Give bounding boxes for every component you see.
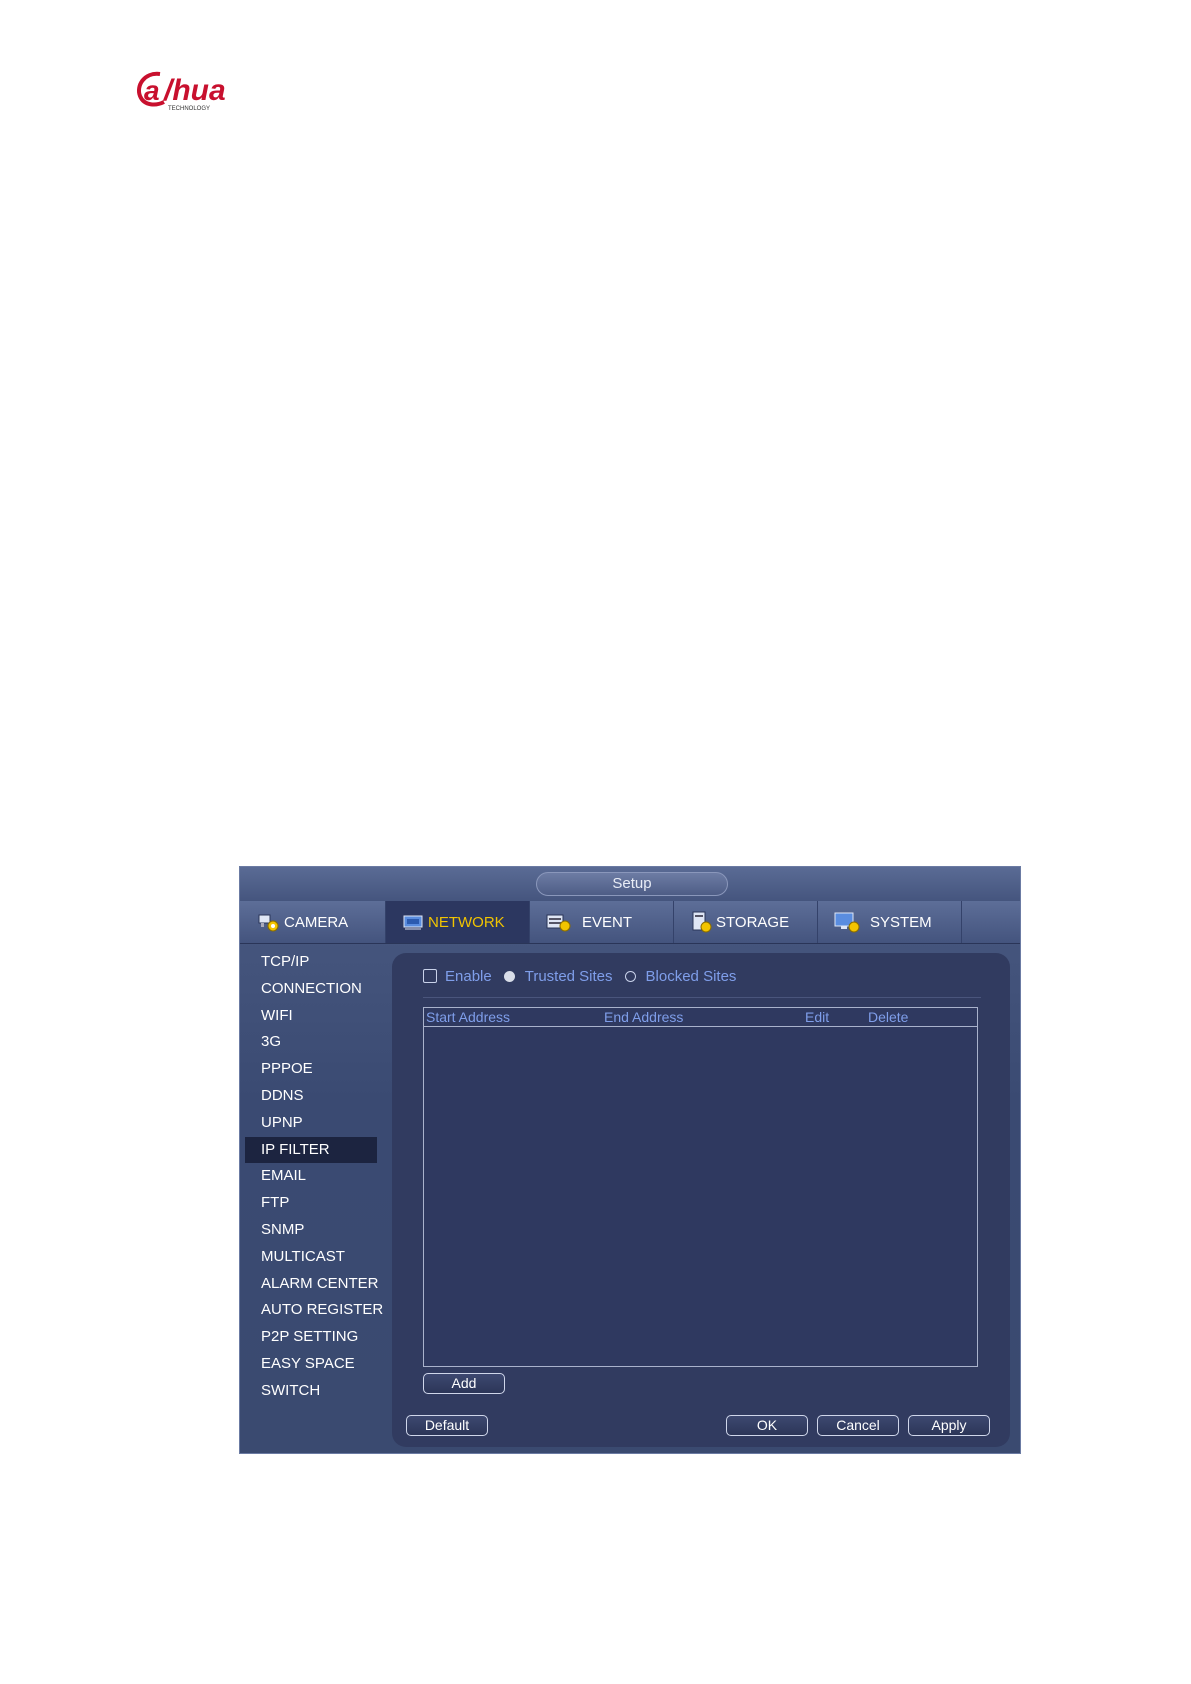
sidebar-item-email[interactable]: EMAIL bbox=[245, 1163, 377, 1190]
storage-icon bbox=[692, 911, 712, 933]
window-title: Setup bbox=[536, 872, 728, 896]
sidebar-item-p2p-setting[interactable]: P2P SETTING bbox=[245, 1324, 377, 1351]
sidebar-item-ddns[interactable]: DDNS bbox=[245, 1083, 377, 1110]
sidebar-item-tcp-ip[interactable]: TCP/IP bbox=[245, 949, 377, 976]
tab-label: STORAGE bbox=[716, 913, 790, 931]
blocked-sites-radio[interactable] bbox=[624, 970, 636, 982]
trusted-sites-radio[interactable] bbox=[503, 970, 515, 982]
col-delete: Delete bbox=[868, 1009, 909, 1025]
sidebar-item-ip-filter[interactable]: IP FILTER bbox=[245, 1136, 377, 1164]
setup-window: Setup CAMERA NETWORK EVENT STORAGE SYSTE… bbox=[239, 866, 1021, 1454]
enable-label: Enable bbox=[445, 967, 492, 985]
ok-button[interactable]: OK bbox=[726, 1415, 808, 1436]
sidebar-item-auto-register[interactable]: AUTO REGISTER bbox=[245, 1297, 383, 1324]
tab-camera[interactable]: CAMERA bbox=[240, 901, 386, 943]
ip-filter-panel: Enable Trusted Sites Blocked Sites Start… bbox=[392, 953, 1010, 1447]
apply-button[interactable]: Apply bbox=[908, 1415, 990, 1436]
col-start-address: Start Address bbox=[426, 1009, 511, 1025]
main-tab-bar: CAMERA NETWORK EVENT STORAGE SYSTEM bbox=[240, 901, 1020, 944]
camera-gear-icon bbox=[258, 914, 279, 932]
sidebar-item-switch[interactable]: SWITCH bbox=[245, 1378, 377, 1405]
tab-label: NETWORK bbox=[428, 913, 505, 931]
tab-storage[interactable]: STORAGE bbox=[674, 901, 818, 943]
tab-label: SYSTEM bbox=[870, 913, 932, 931]
sidebar-item-multicast[interactable]: MULTICAST bbox=[245, 1244, 377, 1271]
sidebar-item-3g[interactable]: 3G bbox=[245, 1029, 377, 1056]
sidebar-item-upnp[interactable]: UPNP bbox=[245, 1110, 377, 1137]
title-bar: Setup bbox=[240, 867, 1020, 902]
tab-label: CAMERA bbox=[284, 913, 349, 931]
svg-text:TECHNOLOGY: TECHNOLOGY bbox=[168, 106, 210, 112]
trusted-sites-label: Trusted Sites bbox=[524, 967, 613, 985]
tab-system[interactable]: SYSTEM bbox=[818, 901, 962, 943]
network-sidebar: TCP/IP CONNECTION WIFI 3G PPPOE DDNS UPN… bbox=[245, 949, 383, 1405]
sidebar-item-snmp[interactable]: SNMP bbox=[245, 1217, 377, 1244]
col-edit: Edit bbox=[805, 1009, 830, 1025]
network-icon bbox=[403, 915, 423, 930]
sidebar-item-easy-space[interactable]: EASY SPACE bbox=[245, 1351, 377, 1378]
default-button[interactable]: Default bbox=[406, 1415, 488, 1436]
svg-text:a: a bbox=[144, 75, 160, 106]
col-end-address: End Address bbox=[604, 1009, 684, 1025]
filter-options: Enable Trusted Sites Blocked Sites bbox=[423, 965, 736, 987]
sidebar-item-wifi[interactable]: WIFI bbox=[245, 1003, 377, 1030]
blocked-sites-label: Blocked Sites bbox=[645, 967, 737, 985]
tab-label: EVENT bbox=[582, 913, 633, 931]
sidebar-item-alarm-center[interactable]: ALARM CENTER bbox=[245, 1271, 379, 1298]
event-icon bbox=[546, 914, 571, 932]
tab-event[interactable]: EVENT bbox=[530, 901, 674, 943]
cancel-button[interactable]: Cancel bbox=[817, 1415, 899, 1436]
sidebar-item-ftp[interactable]: FTP bbox=[245, 1190, 377, 1217]
divider bbox=[423, 997, 981, 998]
sidebar-item-pppoe[interactable]: PPPOE bbox=[245, 1056, 377, 1083]
svg-text:/hua: /hua bbox=[162, 74, 226, 107]
sidebar-item-connection[interactable]: CONNECTION bbox=[245, 976, 377, 1003]
add-button[interactable]: Add bbox=[423, 1373, 505, 1394]
table-header: Start Address End Address Edit Delete bbox=[424, 1008, 977, 1027]
address-table: Start Address End Address Edit Delete bbox=[423, 1007, 978, 1367]
tab-network[interactable]: NETWORK bbox=[386, 901, 530, 943]
enable-checkbox[interactable] bbox=[423, 969, 437, 983]
dahua-logo: a /hua TECHNOLOGY bbox=[137, 71, 226, 112]
system-monitor-icon bbox=[834, 912, 860, 933]
